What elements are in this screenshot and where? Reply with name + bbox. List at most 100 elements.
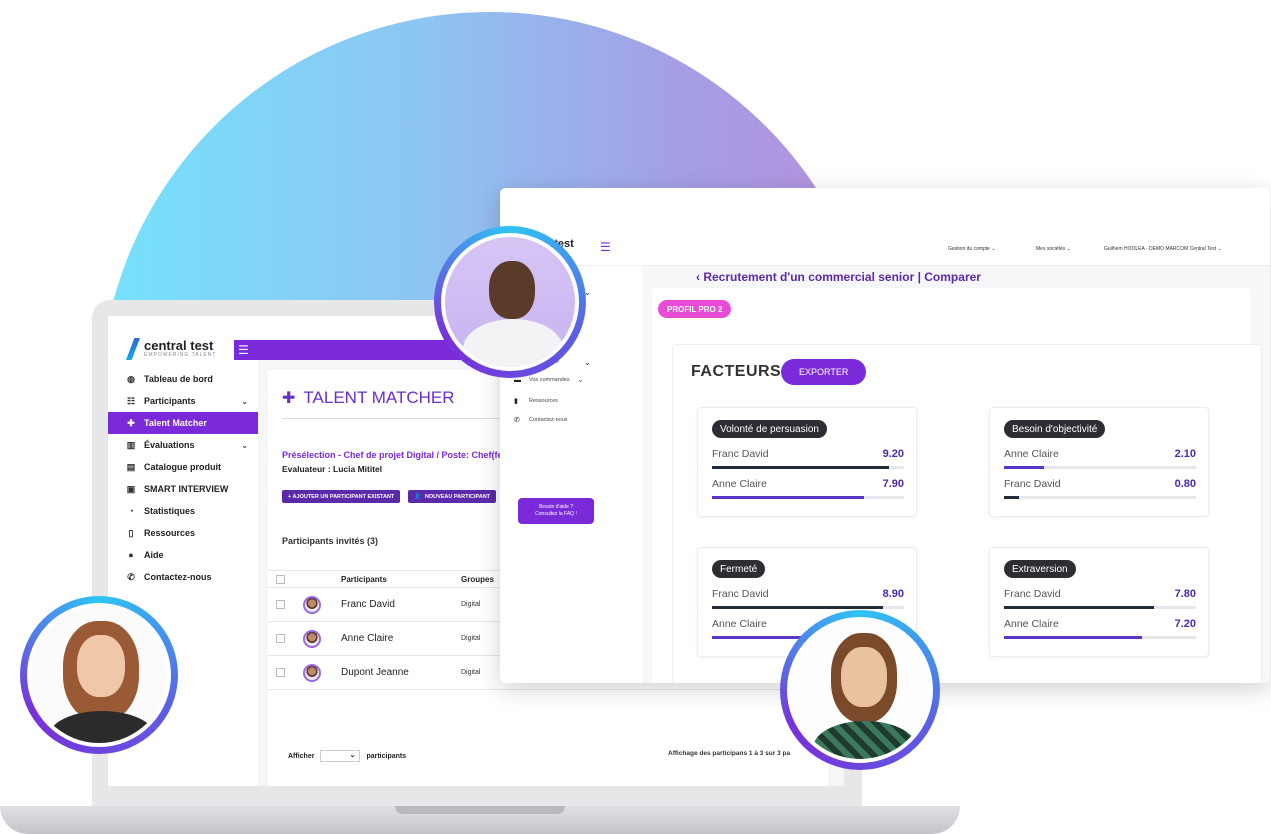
score-bar — [712, 606, 904, 609]
title-divider — [282, 418, 502, 419]
logo-subtitle: EMPOWERING TALENT — [144, 352, 217, 358]
chevron-down-icon[interactable]: ⌄ — [584, 358, 591, 367]
score-value: 7.90 — [882, 478, 904, 490]
row-checkbox[interactable] — [276, 600, 285, 609]
participants-column-header[interactable]: Participants — [341, 575, 461, 584]
chevron-down-icon[interactable]: ⌄ — [241, 397, 248, 406]
sidebar-item-tableau-de-bord[interactable]: ◍ Tableau de bord — [108, 368, 258, 390]
laptop-notch — [395, 806, 565, 814]
factor-card: Extraversion Franc David 7.80 Anne Clair… — [989, 547, 1209, 657]
user-plus-icon: 👤 — [414, 493, 421, 500]
help-line-2: Consultez la FAQ ! — [535, 511, 577, 517]
factor-score-row: Anne Claire 7.20 — [1004, 618, 1196, 630]
user-menu[interactable]: Guilhem HOOLEA - DEMO MARCOM Central Tes… — [1104, 246, 1222, 252]
row-checkbox[interactable] — [276, 634, 285, 643]
factor-score-row: Franc David 9.20 — [712, 448, 904, 460]
export-label: EXPORTER — [799, 367, 849, 377]
participant-name[interactable]: Anne Claire — [341, 633, 461, 644]
person-name: Franc David — [1004, 588, 1061, 600]
score-bar — [712, 496, 904, 499]
account-menu[interactable]: Gestion du compte ⌄ — [948, 246, 996, 252]
person-name: Anne Claire — [712, 478, 767, 490]
file-icon: ▯ — [128, 527, 134, 538]
chevron-down-icon[interactable]: ⌄ — [578, 376, 584, 384]
profile-badge[interactable]: PROFIL PRO 2 — [658, 300, 732, 318]
score-bar-fill — [712, 606, 883, 609]
sidebar-item-label: Ressources — [144, 528, 196, 538]
factor-score-row: Anne Claire 7.90 — [712, 478, 904, 490]
hamburger-menu-icon[interactable]: ☰ — [238, 343, 249, 357]
participant-group: Digital — [461, 635, 481, 642]
avatar-man-photo — [441, 233, 579, 371]
add-existing-participant-button[interactable]: + AJOUTER UN PARTICIPANT EXISTANT — [282, 490, 401, 503]
participant-group: Digital — [461, 601, 481, 608]
person-name: Franc David — [712, 588, 769, 600]
evaluator-label: Evaluateur : Lucia Mititel — [282, 464, 383, 474]
sidebar-item-label: Contactez-nous — [144, 572, 212, 582]
score-bar — [1004, 606, 1196, 609]
sidebar-item-label: Tableau de bord — [144, 374, 213, 384]
puzzle-icon: ✚ — [282, 390, 296, 407]
sidebar-item-ressources[interactable]: ▮ Ressources — [514, 397, 558, 405]
score-value: 2.10 — [1174, 448, 1196, 460]
help-line-1: Besoin d'aide ? — [538, 504, 574, 510]
logo-text: central test — [144, 338, 214, 353]
sidebar-item-catalogue-produit[interactable]: ▤ Catalogue produit — [108, 456, 258, 478]
score-bar-fill — [712, 466, 889, 469]
factors-heading: FACTEURS — [691, 363, 782, 380]
video-icon: ▣ — [126, 483, 136, 494]
sidebar-item--valuations[interactable]: ▥ Évaluations ⌄ — [108, 434, 258, 456]
participant-name[interactable]: Franc David — [341, 599, 461, 610]
sidebar-item-vos-commandes[interactable]: ▬ Vos commandes ⌄ — [514, 376, 584, 385]
new-participant-label: NOUVEAU PARTICIPANT — [424, 493, 491, 500]
sidebar-item-label: Ressources — [529, 398, 559, 404]
new-participant-button[interactable]: 👤 NOUVEAU PARTICIPANT — [408, 490, 497, 503]
score-bar — [712, 466, 904, 469]
avatar-woman-left-photo — [27, 603, 171, 747]
factor-score-row: Franc David 8.90 — [712, 588, 904, 600]
hamburger-menu-icon[interactable]: ☰ — [600, 240, 611, 254]
person-name: Anne Claire — [1004, 448, 1059, 460]
factor-score-row: Franc David 7.80 — [1004, 588, 1196, 600]
sidebar-item-statistiques[interactable]: ◔ Statistiques — [108, 500, 258, 522]
avatar-man — [434, 226, 586, 378]
help-faq-button[interactable]: Besoin d'aide ? Consultez la FAQ ! — [518, 498, 594, 524]
chevron-down-icon[interactable]: ⌄ — [241, 441, 248, 450]
sidebar-item-label: Contactez-nous — [529, 417, 568, 423]
score-value: 8.90 — [882, 588, 904, 600]
compare-main: ‹ Recrutement d'un commercial senior | C… — [642, 266, 1270, 683]
sidebar-item-aide[interactable]: ● Aide — [108, 544, 258, 566]
sidebar-item-label: Catalogue produit — [144, 462, 221, 472]
sidebar-item-contactez-nous[interactable]: ✆ Contactez-nous — [108, 566, 258, 588]
avatar — [303, 629, 321, 648]
page-size-select[interactable]: ⌄ — [320, 750, 361, 762]
participant-name[interactable]: Dupont Jeanne — [341, 667, 461, 678]
participant-group: Digital — [461, 669, 481, 676]
factor-card: Besoin d'objectivité Anne Claire 2.10 Fr… — [989, 407, 1209, 517]
sidebar-item-contactez-nous[interactable]: ✆ Contactez-nous — [514, 416, 568, 424]
score-bar-fill — [1004, 466, 1045, 469]
row-checkbox[interactable] — [276, 668, 285, 677]
sidebar-item-label: SMART INTERVIEW — [144, 484, 229, 494]
sidebar-item-ressources[interactable]: ▯ Ressources — [108, 522, 258, 544]
sidebar-item-talent-matcher[interactable]: ✚ Talent Matcher — [108, 412, 258, 434]
companies-menu[interactable]: Mes sociétés ⌄ — [1036, 246, 1071, 252]
breadcrumb-back-link[interactable]: ‹ Recrutement d'un commercial senior | C… — [696, 270, 981, 284]
select-all-checkbox[interactable] — [276, 574, 285, 584]
pagination-footer: Afficher ⌄ participants — [288, 750, 406, 762]
groups-column-header[interactable]: Groupes — [461, 575, 494, 584]
sidebar-item-participants[interactable]: ☷ Participants ⌄ — [108, 390, 258, 412]
preselection-title[interactable]: Présélection - Chef de projet Digital / … — [282, 450, 503, 460]
page-title: ✚ TALENT MATCHER — [282, 388, 455, 408]
avatar-woman-right-photo — [787, 617, 933, 763]
help-icon: ● — [128, 550, 134, 560]
export-button[interactable]: EXPORTER — [781, 359, 867, 385]
users-icon: ☷ — [126, 395, 136, 406]
sidebar-item-smart-interview[interactable]: ▣ SMART INTERVIEW — [108, 478, 258, 500]
sidebar-item-label: Statistiques — [144, 506, 196, 516]
participants-label: participants — [366, 752, 407, 760]
central-test-logo[interactable]: central test EMPOWERING TALENT — [126, 338, 216, 360]
avatar — [303, 663, 321, 682]
score-value: 0.80 — [1174, 478, 1196, 490]
score-value: 7.20 — [1174, 618, 1196, 630]
